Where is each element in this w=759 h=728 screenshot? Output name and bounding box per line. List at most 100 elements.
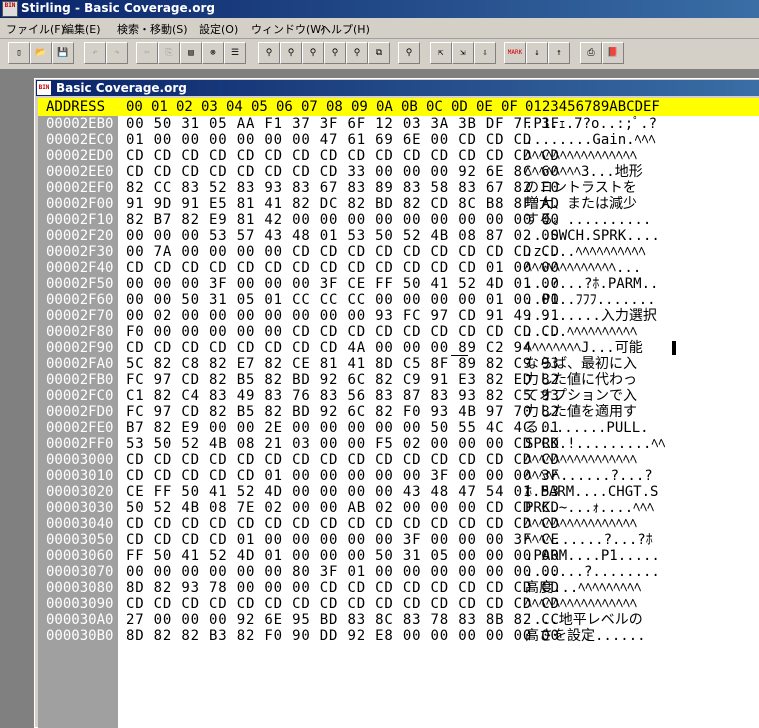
row-bytes[interactable]: CD CD CD CD CD 01 00 00 00 00 00 3F 00 0… [126,468,560,484]
row-text[interactable]: .P1.ｪ.7?o..:;ﾟ.? [525,116,657,132]
row-bytes[interactable]: 50 52 4B 08 7E 02 00 00 AB 02 00 00 00 C… [126,500,560,516]
hex-view[interactable]: ADDRESS 0123456789ABCDEF 00 01 02 03 04 05 06 0… [38,98,759,728]
row-bytes[interactable]: 00 00 00 53 57 43 48 01 53 50 52 4B 08 8… [126,228,560,244]
row-bytes[interactable]: 00 00 00 00 00 00 80 3F 01 00 00 00 00 0… [126,564,560,580]
row-bytes[interactable]: 8D 82 93 78 00 00 00 CD CD CD CD CD CD C… [126,580,560,596]
insert-before-button[interactable]: ⇱ [430,42,452,64]
row-text[interactable]: 力した値に代わっ [525,372,637,388]
row-text[interactable]: ﾍﾍﾍﾍﾍﾍﾍﾍﾍﾍﾍﾍﾍ... [525,260,641,276]
row-bytes[interactable]: FF 50 41 52 4D 01 00 00 00 50 31 05 00 0… [126,548,560,564]
row-text[interactable]: 増大、または減少 [525,196,637,212]
row-text[interactable]: .........入力選択 [525,308,657,324]
paste-button[interactable]: ▤ [180,42,202,64]
redo-button[interactable]: ↷ [106,42,128,64]
row-bytes[interactable]: 01 00 00 00 00 00 00 47 61 69 6E 00 CD C… [126,132,532,148]
row-bytes[interactable]: 27 00 00 00 92 6E 95 BD 83 8C 83 78 83 8… [126,612,560,628]
row-bytes[interactable]: 00 02 00 00 00 00 00 00 00 93 FC 97 CD 9… [126,308,560,324]
row-text[interactable]: ﾍﾍﾍﾍﾍ......?...? [525,468,653,484]
row-bytes[interactable]: 00 00 00 3F 00 00 00 3F CE FF 50 41 52 4… [126,276,560,292]
menu-item-3[interactable]: 設定(O) [199,21,238,37]
insert-after-button[interactable]: ⇲ [452,42,474,64]
row-text[interactable]: ﾍﾍﾍﾍﾍﾍﾍﾍﾍﾍﾍﾍﾍﾍﾍﾍ [525,148,637,164]
row-bytes[interactable]: 82 CC 83 52 83 93 83 67 83 89 83 58 83 6… [126,180,560,196]
row-text[interactable]: 力した値を適用す [525,404,637,420]
save-button[interactable]: 💾 [52,42,74,64]
row-text[interactable]: ﾍﾍﾍﾍﾍﾍﾍﾍﾍﾍﾍﾍﾍﾍﾍﾍ [525,596,637,612]
delete-button[interactable]: ⊗ [202,42,224,64]
row-bytes[interactable]: CD CD CD CD CD CD CD CD CD CD CD CD CD C… [126,148,560,164]
properties-button[interactable]: ☰ [224,42,246,64]
row-bytes[interactable]: 5C 82 C8 82 E7 82 CE 81 41 8D C5 8F 89 8… [126,356,560,372]
row-bytes[interactable]: B7 82 E9 00 00 2E 00 00 00 00 00 50 55 4… [126,420,560,436]
row-text[interactable]: ﾍﾍﾍﾍ......?...?ﾎ [525,532,653,548]
next-mark-button[interactable]: ↓ [526,42,548,64]
row-text[interactable]: '...地平レベルの [525,612,643,628]
menu-item-1[interactable]: 編集(E) [63,21,101,37]
row-text[interactable]: る........PULL. [525,420,649,436]
row-text[interactable]: SPRK.!.........ﾍﾍ [525,436,665,452]
mark-button[interactable]: MARK [504,42,526,64]
row-text[interactable]: PRK.~...ｫ....ﾍﾍﾍ [525,500,654,516]
row-text[interactable]: ならば、最初に入 [525,356,637,372]
jump-button[interactable]: ⚲ [398,42,420,64]
row-text[interactable]: 高度...ﾍﾍﾍﾍﾍﾍﾍﾍﾍ [525,580,641,596]
row-bytes[interactable]: 00 50 31 05 AA F1 37 3F 6F 12 03 3A 3B D… [126,116,560,132]
row-bytes[interactable]: CD CD CD CD CD CD CD CD CD CD CD CD CD C… [126,452,560,468]
row-bytes[interactable]: 8D 82 82 B3 82 F0 90 DD 92 E8 00 00 00 0… [126,628,560,644]
row-text[interactable]: ...SWCH.SPRK.... [525,228,660,244]
menu-item-0[interactable]: ファイル(F) [6,21,65,37]
row-text[interactable]: する。.......... [525,212,651,228]
undo-button[interactable]: ↶ [84,42,106,64]
new-file-button[interactable]: ▯ [8,42,30,64]
row-text[interactable]: ........Gain.ﾍﾍﾍ [525,132,656,148]
help-book-button[interactable]: 📕 [602,42,624,64]
row-bytes[interactable]: CD CD CD CD CD CD CD CD 4A 00 00 00 89 C… [126,340,532,356]
row-bytes[interactable]: 00 7A 00 00 00 00 CD CD CD CD CD CD CD C… [126,244,560,260]
row-bytes[interactable]: 91 9D 91 E5 81 41 82 DC 82 BD 82 CD 8C B… [126,196,560,212]
row-text[interactable]: ﾍﾍﾍﾍﾍﾍﾍﾍ3...地形 [525,164,643,180]
row-text[interactable]: ﾍﾍﾍﾍﾍﾍﾍﾍﾍﾍﾍﾍﾍﾍﾍﾍ [525,516,637,532]
row-bytes[interactable]: CD CD CD CD CD CD CD CD CD CD CD CD CD 0… [126,260,560,276]
row-bytes[interactable]: CD CD CD CD CD CD CD CD CD CD CD CD CD C… [126,596,560,612]
app-title-bar[interactable]: BIN Stirling - Basic Coverage.org [0,0,759,18]
cut-button[interactable]: ✂ [136,42,158,64]
row-text[interactable]: .z....ﾍﾍﾍﾍﾍﾍﾍﾍﾍﾍ [525,244,646,260]
row-text[interactable]: .....ﾍﾍﾍﾍﾍﾍﾍﾍﾍﾍ [525,324,637,340]
row-bytes[interactable]: C1 82 C4 83 49 83 76 83 56 83 87 83 93 8… [126,388,560,404]
find-text-button[interactable]: ⚲ [280,42,302,64]
prev-mark-button[interactable]: ↑ [548,42,570,64]
insert-down-button[interactable]: ⇩ [474,42,496,64]
copy-button[interactable]: ⎘ [158,42,180,64]
document-title-bar[interactable]: BIN Basic Coverage.org [36,80,759,96]
print-button[interactable]: ⎙ [580,42,602,64]
menu-item-4[interactable]: ウィンドウ(W) [251,21,325,37]
row-bytes[interactable]: CD CD CD CD CD CD CD CD CD CD CD CD CD C… [126,516,560,532]
row-text[interactable]: ﾍﾍﾍﾍﾍﾍﾍﾍﾍﾍﾍﾍﾍﾍﾍﾍ [525,452,637,468]
open-folder-button[interactable]: 📂 [30,42,52,64]
replace-button[interactable]: ⚲ [346,42,368,64]
row-text[interactable]: 高さを設定...... [525,628,646,644]
row-text[interactable]: .PARM....P1..... [525,548,660,564]
row-bytes[interactable]: 82 B7 82 E9 81 42 00 00 00 00 00 00 00 0… [126,212,560,228]
compare-button[interactable]: ⧉ [368,42,390,64]
row-text[interactable]: のコントラストを [525,180,637,196]
row-bytes[interactable]: CD CD CD CD CD CD CD CD 33 00 00 00 92 6… [126,164,560,180]
row-text[interactable]: ...?...?ﾎ.PARM.. [525,276,658,292]
row-bytes[interactable]: 00 00 50 31 05 01 CC CC CC 00 00 00 00 0… [126,292,560,308]
row-text[interactable]: ﾍﾍﾍﾍﾍﾍﾍﾍJ...可能 [525,340,643,356]
row-text[interactable]: ..P1..ﾌﾌﾌ....... [525,292,656,308]
row-text[interactable]: ﾎ.PARM....CHGT.S [525,484,658,500]
row-bytes[interactable]: CD CD CD CD 01 00 00 00 00 00 3F 00 00 0… [126,532,560,548]
find-prev-button[interactable]: ⚲ [302,42,324,64]
row-bytes[interactable]: CE FF 50 41 52 4D 00 00 00 00 43 48 47 5… [126,484,560,500]
row-bytes[interactable]: 53 50 52 4B 08 21 03 00 00 F5 02 00 00 0… [126,436,560,452]
row-text[interactable]: てオプションで入 [525,388,637,404]
row-bytes[interactable]: FC 97 CD 82 B5 82 BD 92 6C 82 C9 91 E3 8… [126,372,560,388]
menu-item-5[interactable]: ヘルプ(H) [320,21,370,37]
menu-item-2[interactable]: 検索・移動(S) [117,21,188,37]
row-text[interactable]: .......?........ [525,564,660,580]
find-button[interactable]: ⚲ [258,42,280,64]
find-next-button[interactable]: ⚲ [324,42,346,64]
row-bytes[interactable]: F0 00 00 00 00 00 CD CD CD CD CD CD CD C… [126,324,560,340]
row-bytes[interactable]: FC 97 CD 82 B5 82 BD 92 6C 82 F0 93 4B 9… [126,404,560,420]
